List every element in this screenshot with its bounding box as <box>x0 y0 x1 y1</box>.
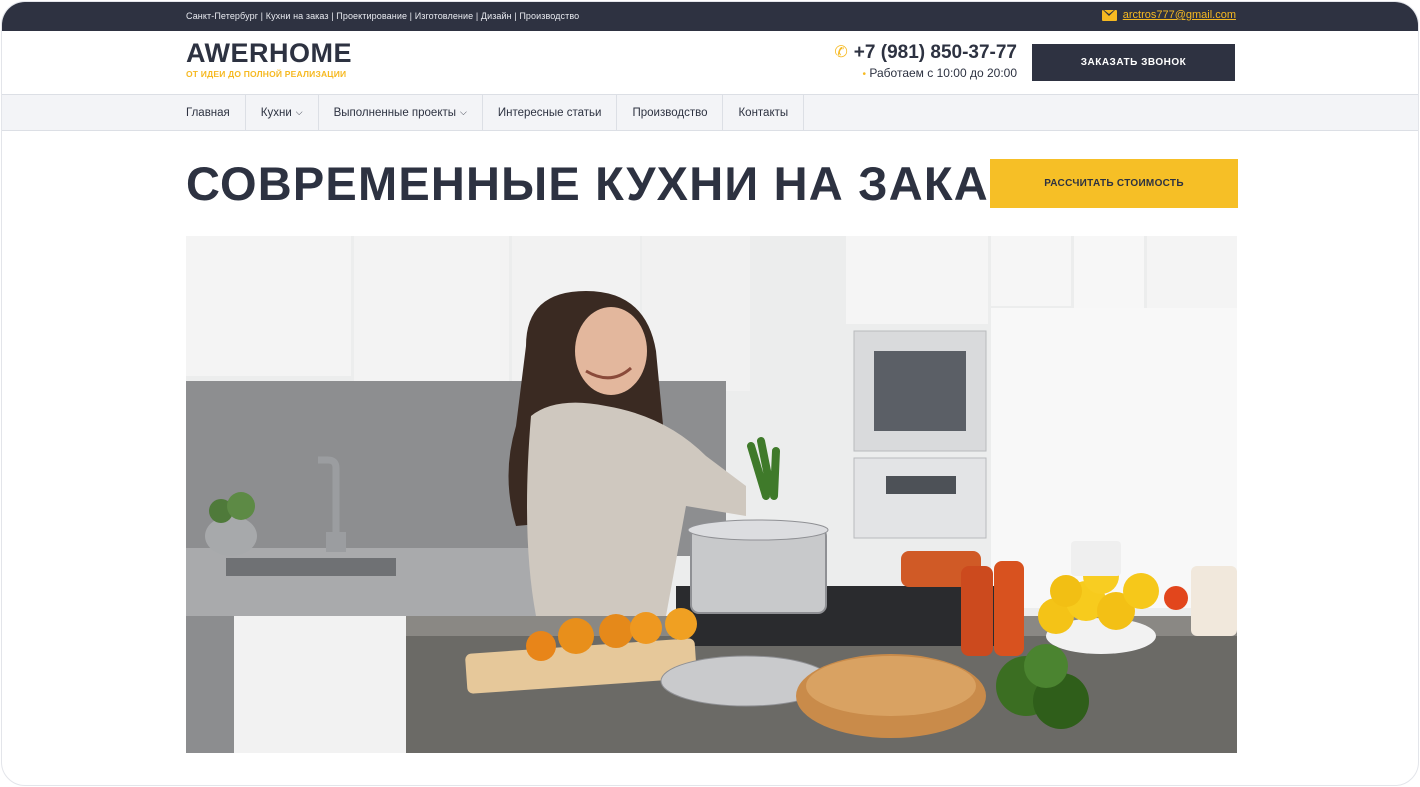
email-contact[interactable]: arctros777@gmail.com <box>1101 9 1236 21</box>
logo-name: AWERHOME <box>186 38 352 68</box>
page-frame: Санкт-Петербург | Кухни на заказ | Проек… <box>1 1 1419 786</box>
email-link[interactable]: arctros777@gmail.com <box>1123 9 1236 21</box>
nav-item-label: Выполненные проекты <box>333 106 457 119</box>
nav-item-home[interactable]: Главная <box>186 95 246 130</box>
phone-number[interactable]: +7 (981) 850-37-77 <box>854 43 1017 63</box>
main-nav: Главная Кухни ⌵ Выполненные проекты ⌵ Инте… <box>2 94 1418 131</box>
order-call-button[interactable]: ЗАКАЗАТЬ ЗВОНОК <box>1032 44 1235 81</box>
logo[interactable]: AWERHOME ОТ ИДЕИ ДО ПОЛНОЙ РЕАЛИЗАЦИИ <box>186 39 352 79</box>
working-hours-text: Работаем с 10:00 до 20:00 <box>869 66 1017 80</box>
nav-item-label: Главная <box>186 106 230 119</box>
nav-item-label: Кухни <box>260 106 292 119</box>
nav-item-projects[interactable]: Выполненные проекты ⌵ <box>319 95 483 130</box>
phone-icon: ✆ <box>834 44 848 61</box>
calculate-cost-button[interactable]: РАССЧИТАТЬ СТОИМОСТЬ <box>990 159 1238 208</box>
hero-image <box>186 236 1237 753</box>
nav-item-kitchens[interactable]: Кухни ⌵ <box>246 95 319 130</box>
nav-item-label: Интересные статьи <box>497 106 602 119</box>
kitchen-illustration <box>186 236 1237 753</box>
nav-item-production[interactable]: Производство <box>617 95 724 130</box>
contact-block: ✆ +7 (981) 850-37-77 • Работаем с 10:00 … <box>834 43 1017 81</box>
nav-item-label: Контакты <box>738 106 789 119</box>
nav-item-label: Производство <box>632 106 708 119</box>
chevron-down-icon: ⌵ <box>460 107 467 117</box>
page-title: СОВРЕМЕННЫЕ КУХНИ НА ЗАКАЗ <box>186 157 1020 210</box>
nav-item-articles[interactable]: Интересные статьи <box>483 95 618 130</box>
site-header: AWERHOME ОТ ИДЕИ ДО ПОЛНОЙ РЕАЛИЗАЦИИ ✆ … <box>2 31 1418 94</box>
top-bar: Санкт-Петербург | Кухни на заказ | Проек… <box>2 2 1418 31</box>
nav-item-contacts[interactable]: Контакты <box>723 95 805 130</box>
logo-tagline: ОТ ИДЕИ ДО ПОЛНОЙ РЕАЛИЗАЦИИ <box>186 69 347 79</box>
breadcrumb: Санкт-Петербург | Кухни на заказ | Проек… <box>186 11 580 21</box>
chevron-down-icon: ⌵ <box>295 107 303 117</box>
working-hours: • Работаем с 10:00 до 20:00 <box>834 66 1017 80</box>
bullet-icon: • <box>862 69 867 80</box>
mail-icon <box>1101 9 1117 21</box>
